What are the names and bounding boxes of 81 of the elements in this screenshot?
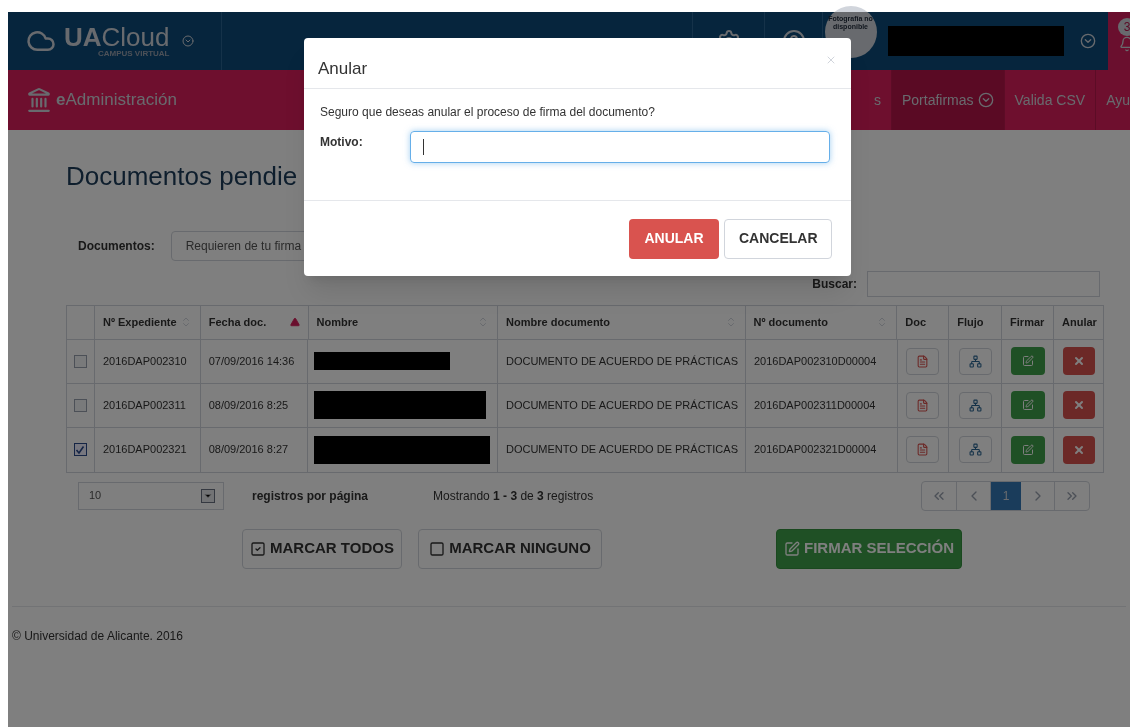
field-label: Motivo: — [320, 134, 364, 151]
table-cell-text: 2016DAP002321D00004 — [753, 442, 877, 458]
checked-box-icon — [250, 540, 267, 557]
chevron-circle-icon[interactable] — [1080, 33, 1096, 49]
hierarchy-icon — [968, 354, 982, 368]
pdf-button[interactable] — [906, 391, 940, 419]
column-header[interactable]: Anular — [1054, 305, 1103, 339]
table-cell-text: DOCUMENTO DE ACUERDO DE PRÁCTICAS — [505, 353, 738, 369]
copyright-footer: © Universidad de Alicante. 2016 — [12, 629, 183, 643]
column-header[interactable]: Nombre — [308, 305, 499, 339]
hierarchy-icon — [968, 398, 982, 412]
sign-selection-button[interactable]: FIRMAR SELECCIÓN — [776, 528, 962, 569]
cancel-row-button[interactable] — [1062, 435, 1095, 464]
reason-input-field[interactable] — [410, 131, 830, 163]
chevron-circle-icon — [181, 35, 194, 47]
pen-square-icon — [784, 540, 800, 557]
table-cell-text: 07/09/2016 14:36 — [208, 353, 295, 369]
pen-square-icon — [1021, 355, 1034, 367]
table-cell-text: 08/09/2016 8:27 — [208, 442, 289, 458]
column-header[interactable]: Firmar — [1002, 305, 1054, 339]
check-all-button[interactable]: MARCAR TODOS — [242, 528, 402, 569]
column-header[interactable]: Flujo — [949, 305, 1003, 339]
close-icon — [1072, 443, 1085, 456]
pen-square-icon — [1021, 399, 1034, 411]
page-title: Documentos pendie — [66, 160, 299, 193]
filter-label: Documentos: — [78, 237, 155, 255]
sign-button[interactable] — [1010, 347, 1045, 375]
dropdown-icon — [201, 488, 215, 503]
column-header[interactable]: Fecha doc. — [200, 305, 309, 339]
table-cell-text: 2016DAP002321 — [102, 442, 187, 458]
table-cell-text: 2016DAP002310D00004 — [753, 353, 877, 369]
row-checkbox[interactable] — [73, 398, 87, 412]
search-label: Buscar: — [812, 275, 857, 293]
pdf-button[interactable] — [906, 436, 940, 463]
column-header[interactable]: Nº documento — [745, 305, 898, 339]
table-cell-text: DOCUMENTO DE ACUERDO DE PRÁCTICAS — [505, 397, 738, 413]
check-icon — [75, 444, 86, 455]
document-icon — [916, 398, 930, 412]
building-icon — [26, 87, 52, 113]
pen-square-icon — [1021, 443, 1034, 456]
flow-button[interactable] — [958, 436, 992, 463]
dismiss-button[interactable]: CANCELAR — [724, 218, 832, 259]
sign-button[interactable] — [1010, 391, 1045, 419]
records-summary: Mostrando 1 - 3 de 3 registros — [433, 487, 594, 505]
chevron-circle-icon — [977, 92, 994, 108]
cancel-row-button[interactable] — [1062, 347, 1095, 375]
page-size-select[interactable]: 10 — [78, 481, 224, 510]
search-field[interactable] — [867, 270, 1100, 297]
sign-button[interactable] — [1010, 435, 1045, 464]
close-icon — [1072, 355, 1085, 367]
column-header[interactable]: Nº Expediente — [94, 305, 201, 339]
table-cell-text: 08/09/2016 8:25 — [208, 397, 289, 413]
close-icon — [1072, 399, 1085, 411]
brand-subtitle: CAMPUS VIRTUAL — [97, 50, 170, 58]
pdf-button[interactable] — [906, 347, 940, 375]
brand-name: UACloud — [64, 24, 170, 50]
notification-badge: 3 — [1118, 18, 1130, 36]
cancel-row-button[interactable] — [1062, 391, 1095, 419]
table-cell-text: 2016DAP002311D00004 — [753, 397, 876, 413]
app-title[interactable]: eAdministración — [56, 87, 177, 113]
document-icon — [916, 443, 930, 456]
confirm-cancel-button[interactable]: ANULAR — [629, 218, 719, 259]
text-cursor — [423, 139, 424, 155]
column-header[interactable]: Nombre documento — [498, 305, 746, 339]
row-checkbox[interactable] — [73, 354, 87, 368]
column-header[interactable]: Doc — [897, 305, 950, 339]
flow-button[interactable] — [958, 347, 992, 375]
confirmation-message: Seguro que deseas anular el proceso de firma del documento? — [320, 104, 656, 121]
table-cell-text: 2016DAP002310 — [102, 353, 187, 369]
table-cell-text: DOCUMENTO DE ACUERDO DE PRÁCTICAS — [505, 442, 738, 458]
flow-button[interactable] — [958, 391, 992, 419]
page-size-label: registros por página — [252, 487, 369, 505]
row-checkbox[interactable] — [73, 443, 87, 456]
nav-item[interactable]: Portafirmas — [892, 70, 1005, 130]
modal-title: Anular — [318, 58, 368, 81]
check-none-button[interactable]: MARCAR NINGUNO — [418, 528, 602, 569]
table-cell-text: 2016DAP002311 — [102, 397, 186, 413]
document-icon — [916, 354, 930, 368]
close-icon[interactable] — [825, 54, 837, 66]
empty-box-icon — [429, 540, 446, 557]
hierarchy-icon — [968, 443, 982, 456]
